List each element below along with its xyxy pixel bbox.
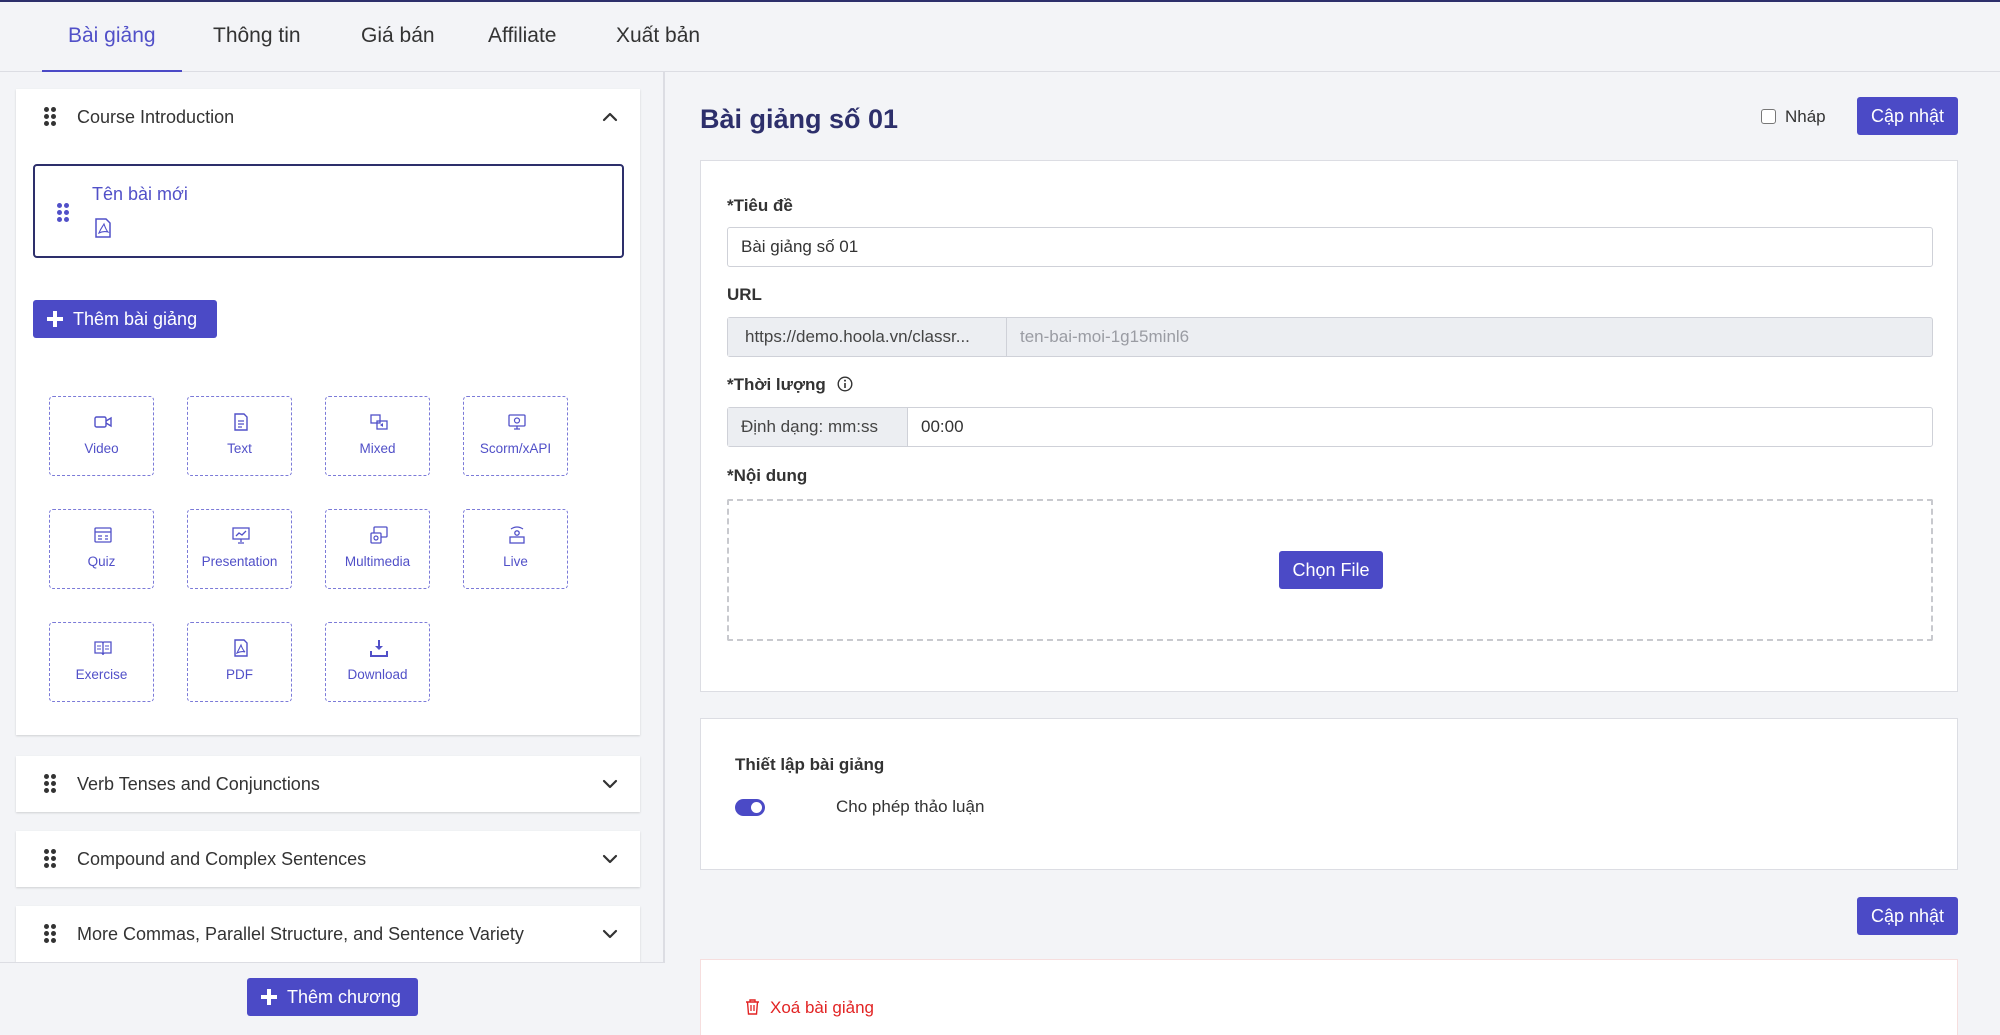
drag-handle-icon[interactable]: [44, 924, 56, 944]
lesson-type-live[interactable]: Live: [463, 509, 568, 589]
plus-icon: [47, 311, 63, 327]
settings-title: Thiết lập bài giảng: [735, 755, 885, 774]
chapter-title: Verb Tenses and Conjunctions: [77, 774, 320, 794]
mixed-icon: [370, 414, 388, 430]
chevron-down-icon[interactable]: [600, 849, 620, 869]
title-input[interactable]: Bài giảng số 01: [727, 227, 1933, 267]
url-field: https://demo.hoola.vn/classr... ten-bai-…: [727, 317, 1933, 357]
pdf-file-icon: [95, 218, 111, 238]
plus-icon: [261, 989, 277, 1005]
chapter-title: More Commas, Parallel Structure, and Sen…: [77, 924, 524, 944]
delete-lesson-button[interactable]: Xoá bài giảng: [745, 998, 874, 1018]
tab-bar: Bài giảng Thông tin Giá bán Affiliate Xu…: [0, 2, 2000, 73]
lesson-type-multimedia[interactable]: Multimedia: [325, 509, 430, 589]
presentation-icon: [232, 527, 250, 544]
tab-publish[interactable]: Xuất bản: [616, 2, 700, 72]
duration-input[interactable]: Định dạng: mm:ss 00:00: [727, 407, 1933, 447]
download-icon: [370, 640, 388, 657]
url-prefix: https://demo.hoola.vn/classr...: [728, 318, 1007, 356]
allow-discussion-toggle[interactable]: [735, 799, 765, 816]
chevron-down-icon[interactable]: [600, 774, 620, 794]
delete-lesson-label: Xoá bài giảng: [770, 998, 874, 1017]
trash-icon: [746, 999, 759, 1015]
url-slug: ten-bai-moi-1g15minl6: [1020, 327, 1190, 346]
chapter-title: Compound and Complex Sentences: [77, 849, 367, 869]
drag-handle-icon[interactable]: [44, 107, 56, 127]
lesson-type-video[interactable]: Video: [49, 396, 154, 476]
add-chapter-label: Thêm chương: [287, 987, 401, 1007]
live-icon: [509, 526, 525, 544]
content-label: *Nội dung: [727, 466, 808, 485]
curriculum-sidebar: Course Introduction Tên bài mới Thêm bài…: [0, 72, 665, 1035]
lesson-type-scorm[interactable]: Scorm/xAPI: [463, 396, 568, 476]
video-icon: [94, 416, 112, 428]
draft-label: Nháp: [1785, 107, 1826, 126]
multimedia-icon: [370, 526, 388, 544]
lesson-type-quiz[interactable]: Quiz: [49, 509, 154, 589]
chapter-compound-sentences[interactable]: Compound and Complex Sentences: [16, 831, 640, 887]
duration-label: *Thời lượng: [727, 375, 853, 395]
tab-affiliate[interactable]: Affiliate: [488, 2, 557, 72]
lesson-name: Tên bài mới: [92, 184, 188, 204]
lesson-type-exercise[interactable]: Exercise: [49, 622, 154, 702]
chevron-down-icon[interactable]: [600, 924, 620, 944]
lesson-type-presentation[interactable]: Presentation: [187, 509, 292, 589]
exercise-icon: [94, 641, 112, 656]
info-icon[interactable]: [837, 376, 853, 392]
text-doc-icon: [234, 413, 248, 431]
add-chapter-button[interactable]: Thêm chương: [247, 978, 418, 1016]
lesson-editor: Bài giảng số 01 Nháp Cập nhật *Tiêu đề B…: [667, 72, 2000, 1035]
tab-price[interactable]: Giá bán: [361, 2, 435, 72]
update-button-bottom[interactable]: Cập nhật: [1857, 897, 1958, 935]
lesson-item[interactable]: Tên bài mới: [33, 164, 624, 258]
drag-handle-icon[interactable]: [57, 203, 69, 223]
pdf-icon: [234, 639, 248, 657]
title-label: *Tiêu đề: [727, 196, 793, 215]
chapter-header[interactable]: Course Introduction: [16, 89, 640, 145]
chapter-title: Course Introduction: [77, 107, 235, 127]
chapter-verb-tenses[interactable]: Verb Tenses and Conjunctions: [16, 756, 640, 812]
allow-discussion-label: Cho phép thảo luận: [836, 797, 985, 816]
quiz-icon: [94, 527, 112, 543]
chevron-up-icon[interactable]: [600, 107, 620, 127]
tab-info[interactable]: Thông tin: [213, 2, 301, 72]
drag-handle-icon[interactable]: [44, 774, 56, 794]
checkbox-icon: [1761, 109, 1776, 124]
lesson-type-text[interactable]: Text: [187, 396, 292, 476]
lesson-form-card: *Tiêu đề Bài giảng số 01 URL https://dem…: [700, 160, 1958, 692]
choose-file-button[interactable]: Chọn File: [1279, 551, 1383, 589]
lesson-settings-card: Thiết lập bài giảng Cho phép thảo luận: [700, 718, 1958, 870]
add-lesson-label: Thêm bài giảng: [73, 309, 198, 329]
duration-format-prefix: Định dạng: mm:ss: [728, 408, 908, 446]
sidebar-footer: Thêm chương: [0, 962, 665, 1035]
page-title: Bài giảng số 01: [700, 104, 899, 134]
url-label: URL: [727, 285, 762, 304]
scorm-icon: [508, 414, 526, 430]
update-button-top[interactable]: Cập nhật: [1857, 97, 1958, 135]
draft-checkbox[interactable]: Nháp: [1761, 105, 1826, 129]
chapter-more-commas[interactable]: More Commas, Parallel Structure, and Sen…: [16, 906, 640, 962]
drag-handle-icon[interactable]: [44, 849, 56, 869]
tab-lessons[interactable]: Bài giảng: [42, 2, 182, 73]
file-dropzone[interactable]: Chọn File: [727, 499, 1933, 641]
add-lesson-button[interactable]: Thêm bài giảng: [33, 300, 217, 338]
danger-zone-card: Xoá bài giảng: [700, 959, 1958, 1035]
duration-value: 00:00: [921, 417, 964, 436]
lesson-type-download[interactable]: Download: [325, 622, 430, 702]
lesson-type-pdf[interactable]: PDF: [187, 622, 292, 702]
lesson-type-mixed[interactable]: Mixed: [325, 396, 430, 476]
title-input-value: Bài giảng số 01: [741, 237, 859, 256]
